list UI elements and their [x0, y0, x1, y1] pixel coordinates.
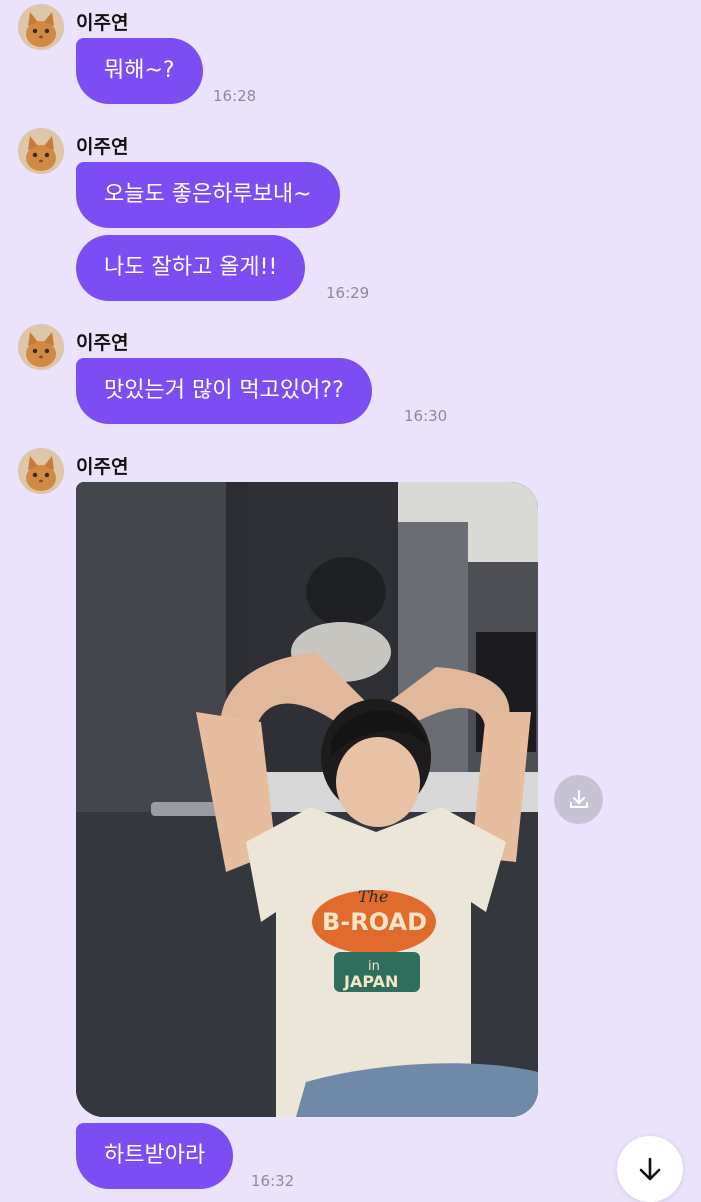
avatar[interactable] — [18, 324, 64, 370]
message-bubble[interactable]: 오늘도 좋은하루보내~ — [76, 162, 340, 228]
message-time: 16:32 — [251, 1172, 295, 1190]
message-bubble[interactable]: 나도 잘하고 올게!! — [76, 235, 306, 301]
avatar[interactable] — [18, 128, 64, 174]
shirt-text-japan: JAPAN — [343, 972, 398, 991]
photo-attachment[interactable]: The B-ROAD in JAPAN — [76, 482, 538, 1117]
download-icon — [569, 789, 588, 808]
sender-name: 이주연 — [76, 456, 129, 478]
download-button[interactable] — [554, 775, 603, 824]
arrow-down-icon — [639, 1157, 661, 1181]
message-time: 16:30 — [404, 407, 448, 425]
message-bubble[interactable]: 맛있는거 많이 먹고있어?? — [76, 358, 372, 424]
sender-name: 이주연 — [76, 332, 129, 354]
message-time: 16:28 — [213, 87, 257, 105]
message-time: 16:29 — [326, 284, 370, 302]
cat-avatar-icon — [18, 128, 64, 174]
photo-image: The B-ROAD in JAPAN — [76, 482, 538, 1117]
sender-name: 이주연 — [76, 12, 129, 34]
cat-avatar-icon — [18, 4, 64, 50]
avatar[interactable] — [18, 4, 64, 50]
shirt-text-broad: B-ROAD — [322, 908, 427, 936]
cat-avatar-icon — [18, 324, 64, 370]
message-bubble[interactable]: 하트받아라 — [76, 1123, 234, 1189]
sender-name: 이주연 — [76, 136, 129, 158]
cat-avatar-icon — [18, 448, 64, 494]
shirt-text-the: The — [358, 887, 388, 906]
message-bubble[interactable]: 뭐해~? — [76, 38, 203, 104]
avatar[interactable] — [18, 448, 64, 494]
scroll-to-bottom-button[interactable] — [617, 1136, 683, 1202]
